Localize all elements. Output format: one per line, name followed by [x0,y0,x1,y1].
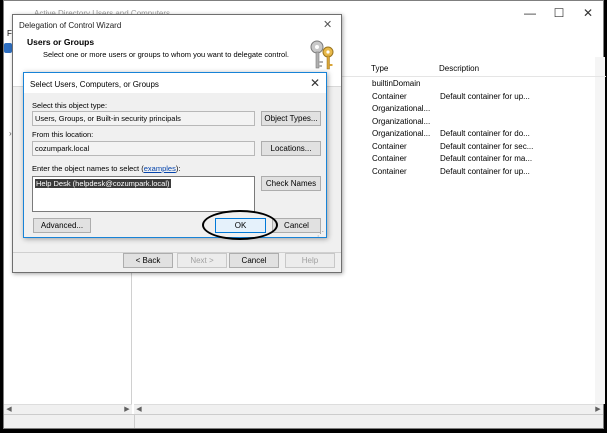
tree-horizontal-scrollbar[interactable]: ◀ ▶ [4,404,132,414]
row-type[interactable]: Organizational... [372,117,430,126]
row-description: Default container for up... [440,92,530,101]
object-names-label-suffix: ): [175,164,181,173]
check-names-button[interactable]: Check Names [261,176,321,191]
vertical-scrollbar[interactable] [595,57,605,404]
back-button[interactable]: < Back [123,253,173,268]
select-dialog-titlebar: Select Users, Computers, or Groups ✕ [24,73,326,93]
row-type[interactable]: Container [372,142,407,151]
close-icon[interactable]: ✕ [578,5,598,21]
examples-link[interactable]: examples [144,164,176,173]
location-field: cozumpark.local [32,141,255,156]
column-type[interactable]: Type [371,64,388,73]
maximize-icon[interactable]: ☐ [549,5,569,21]
status-bar [4,414,603,428]
select-dialog-cancel-button[interactable]: Cancel [272,218,321,233]
column-description[interactable]: Description [439,64,479,73]
row-type[interactable]: Organizational... [372,129,430,138]
locations-button[interactable]: Locations... [261,141,321,156]
row-type[interactable]: Container [372,92,407,101]
wizard-subheading: Select one or more users or groups to wh… [43,50,289,59]
row-type[interactable]: Organizational... [372,104,430,113]
select-users-dialog: Select Users, Computers, or Groups ✕ Sel… [23,72,327,240]
location-label: From this location: [32,130,94,139]
status-divider [134,414,135,428]
object-types-button[interactable]: Object Types... [261,111,321,126]
close-icon[interactable]: ✕ [310,76,320,90]
resize-grip-icon[interactable]: ⋰ [317,230,324,238]
row-description: Default container for sec... [440,142,534,151]
object-type-field: Users, Groups, or Built-in security prin… [32,111,255,126]
object-names-label-prefix: Enter the object names to select ( [32,164,144,173]
wizard-heading: Users or Groups [27,37,95,47]
close-icon[interactable]: ✕ [323,18,332,31]
row-description: Default container for up... [440,167,530,176]
details-horizontal-scrollbar[interactable]: ◀ ▶ [134,404,603,414]
back-arrow-icon[interactable] [4,43,12,53]
next-button[interactable]: Next > [177,253,227,268]
row-description: Default container for ma... [440,154,533,163]
advanced-button[interactable]: Advanced... [33,218,91,233]
row-description: Default container for do... [440,129,530,138]
object-type-label: Select this object type: [32,101,108,110]
object-names-input[interactable]: Help Desk (helpdesk@cozumpark.local) [32,176,255,212]
row-type[interactable]: Container [372,154,407,163]
wizard-titlebar: Delegation of Control Wizard ✕ [13,15,341,35]
row-type[interactable]: builtinDomain [372,79,420,88]
wizard-cancel-button[interactable]: Cancel [229,253,279,268]
object-names-label: Enter the object names to select (exampl… [32,164,180,173]
selected-object-name[interactable]: Help Desk (helpdesk@cozumpark.local) [35,179,171,188]
select-dialog-title: Select Users, Computers, or Groups [30,80,159,89]
keys-icon [310,40,334,70]
wizard-title: Delegation of Control Wizard [19,21,122,30]
row-type[interactable]: Container [372,167,407,176]
help-button[interactable]: Help [285,253,335,268]
minimize-icon[interactable]: — [520,5,540,21]
ok-button[interactable]: OK [215,218,266,233]
